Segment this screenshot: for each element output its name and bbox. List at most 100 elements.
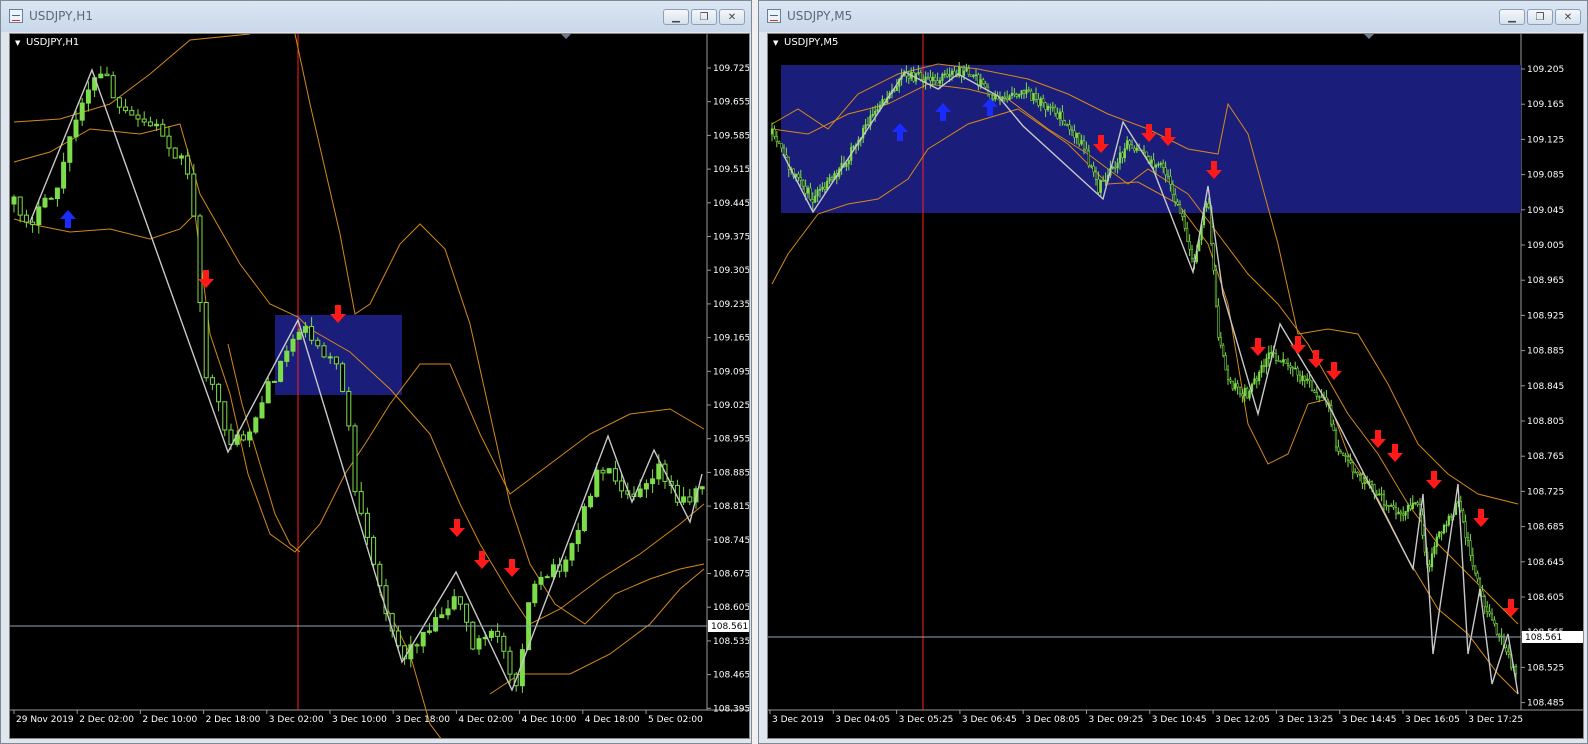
restore-icon: ❐ (699, 11, 709, 23)
candle-body (1354, 471, 1357, 474)
minimize-button[interactable]: ▁ (663, 9, 689, 25)
chart-canvas[interactable]: 109.205 109.165 109.125 109.085 109.045 109.0… (767, 33, 1584, 739)
candle-body (907, 75, 910, 79)
candle-body (1490, 613, 1494, 621)
candle-body (806, 187, 810, 194)
candle-body (1486, 606, 1489, 612)
candle-body (1402, 513, 1405, 516)
candle-body (1296, 367, 1299, 376)
candle-body (1505, 647, 1508, 653)
candle-body (1164, 167, 1167, 176)
candle-body (1464, 521, 1467, 539)
close-button[interactable]: ✕ (1555, 9, 1581, 25)
candle-body (818, 189, 822, 191)
restore-button[interactable]: ❐ (1527, 9, 1553, 25)
price-label: 109.045 (1527, 206, 1564, 216)
chart-window-h1[interactable]: USDJPY,H1 ▁ ❐ ✕ 109.725 109.655 109.585 109… (0, 0, 752, 744)
candle-body (178, 155, 184, 159)
candle-body (1013, 92, 1016, 95)
candle-body (1356, 471, 1359, 475)
candle-body (1145, 151, 1148, 157)
candle-body (1442, 525, 1446, 534)
price-label: 109.125 (1527, 135, 1564, 145)
candle-body (209, 377, 215, 385)
candle-body (1114, 166, 1117, 169)
candle-body (216, 383, 222, 403)
price-label: 108.965 (1527, 276, 1564, 286)
restore-button[interactable]: ❐ (691, 9, 717, 25)
candle-body (1440, 531, 1443, 534)
candle-body (600, 469, 606, 474)
candle-body (1385, 504, 1388, 507)
candle-body (699, 486, 705, 490)
price-label: 108.845 (1527, 382, 1564, 392)
chart-app-icon (767, 9, 781, 23)
price-label: 109.005 (1527, 241, 1564, 251)
candle-body (960, 67, 963, 76)
candle-body (821, 186, 824, 190)
candle-body (327, 356, 333, 359)
candle-body (1368, 480, 1371, 483)
chart-canvas[interactable]: 109.725 109.655 109.585 109.515 109.445 109.3… (9, 33, 750, 739)
candle-body (1404, 511, 1407, 516)
candle-body (110, 75, 116, 99)
candle-body (1248, 391, 1251, 399)
candle-body (919, 72, 922, 80)
candle-body (1378, 493, 1381, 496)
candle-body (1034, 92, 1038, 100)
candle-body (1174, 194, 1177, 203)
symbol-label: USDJPY,H1 (15, 37, 79, 48)
candle-body (871, 114, 874, 117)
candle-body (1435, 536, 1438, 547)
up-arrow-icon (60, 210, 76, 228)
candle-body (532, 583, 538, 604)
candle-body (1212, 243, 1215, 271)
candle-body (1387, 505, 1390, 507)
candle-body (1116, 162, 1119, 169)
candle-body (1471, 555, 1474, 567)
title-bar[interactable]: USDJPY,H1 ▁ ❐ ✕ (1, 1, 751, 32)
title-bar[interactable]: USDJPY,M5 ▁ ❐ ✕ (759, 1, 1587, 32)
candle-body (1126, 140, 1129, 149)
minimize-icon: ▁ (672, 11, 680, 23)
candle-body (1003, 96, 1006, 99)
candle-body (141, 118, 147, 123)
candle-body (1294, 367, 1297, 370)
candle-body (1099, 180, 1102, 193)
candle-body (982, 79, 985, 85)
candle-body (1231, 380, 1234, 390)
candle-body (1075, 133, 1078, 138)
candle-body (934, 76, 937, 81)
candle-body (802, 180, 805, 187)
down-arrow-icon (1370, 430, 1386, 448)
candle-body (1176, 201, 1179, 205)
candle-body (1409, 505, 1412, 510)
candle-body (1171, 184, 1174, 195)
candle-body (1111, 166, 1114, 169)
candle-body (1085, 148, 1088, 152)
candle-body (1205, 203, 1208, 209)
candle-body (826, 180, 829, 190)
price-label: 109.725 (713, 64, 750, 74)
chart-window-m5[interactable]: USDJPY,M5 ▁ ❐ ✕ 109.205 109.165 109.125 109… (758, 0, 1588, 744)
candle-body (1382, 494, 1386, 506)
candle-body (1260, 364, 1263, 373)
down-arrow-icon (474, 551, 490, 569)
minimize-icon: ▁ (1508, 11, 1516, 23)
candle-body (1284, 359, 1287, 364)
candle-body (1243, 387, 1246, 397)
close-icon: ✕ (1563, 11, 1573, 23)
close-button[interactable]: ✕ (719, 9, 745, 25)
candle-body (948, 74, 951, 77)
candle-body (1092, 165, 1095, 173)
minimize-button[interactable]: ▁ (1499, 9, 1525, 25)
candle-body (48, 197, 54, 200)
price-label: 109.165 (713, 334, 750, 344)
candle-body (1334, 430, 1338, 448)
candle-body (1030, 90, 1033, 101)
price-label: 108.525 (1527, 663, 1564, 673)
candle-body (1279, 360, 1282, 363)
candle-body (1414, 502, 1417, 504)
candle-body (828, 177, 831, 182)
down-arrow-icon (1473, 509, 1489, 527)
